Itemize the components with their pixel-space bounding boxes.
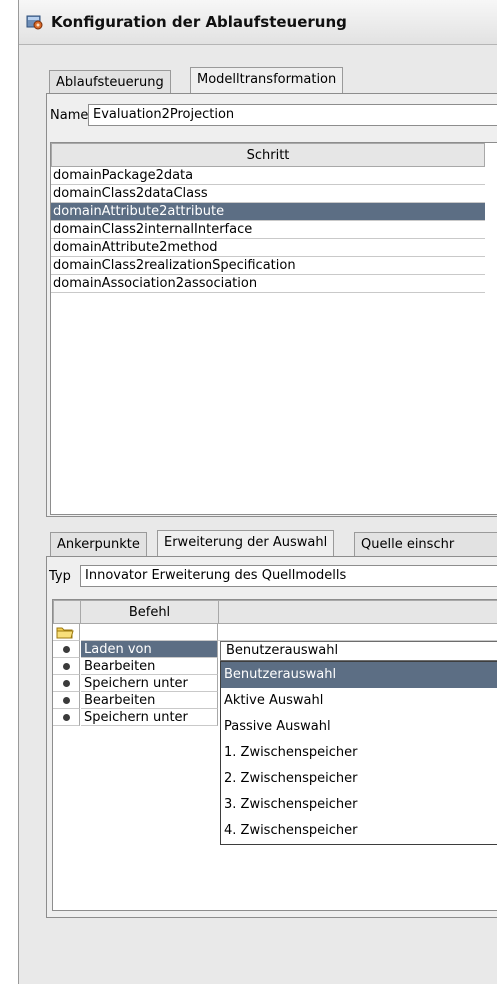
modelltransformation-panel: Name Evaluation2Projection Schritt domai…: [46, 93, 497, 517]
bullet-icon: [63, 697, 70, 704]
step-row-selected[interactable]: domainAttribute2attribute: [51, 203, 485, 221]
command-row[interactable]: Speichern unter: [53, 675, 226, 692]
step-row[interactable]: domainClass2realizationSpecification: [51, 257, 485, 275]
steps-column-header[interactable]: Schritt: [51, 143, 485, 167]
type-label: Typ: [49, 569, 71, 584]
step-row[interactable]: domainAssociation2association: [51, 275, 485, 293]
title-bar[interactable]: Konfiguration der Ablaufsteuerung: [19, 0, 497, 45]
tab-ablaufsteuerung[interactable]: Ablaufsteuerung: [49, 70, 171, 94]
folder-value-cell[interactable]: [218, 624, 497, 641]
bullet-cell: [53, 641, 80, 658]
tab-ankerpunkte[interactable]: Ankerpunkte: [50, 532, 147, 556]
bullet-cell: [53, 658, 80, 675]
type-field[interactable]: Innovator Erweiterung des Quellmodells: [80, 565, 497, 587]
erweiterung-panel: Typ Innovator Erweiterung des Quellmodel…: [46, 556, 497, 918]
bullet-icon: [63, 680, 70, 687]
step-row[interactable]: domainAttribute2method: [51, 239, 485, 257]
tab-erweiterung-der-auswahl[interactable]: Erweiterung der Auswahl: [157, 530, 335, 556]
bullet-cell: [53, 692, 80, 709]
dropdown-option-selected[interactable]: Benutzerauswahl: [221, 662, 497, 688]
command-cell[interactable]: Speichern unter: [81, 675, 218, 692]
tab-modelltransformation[interactable]: Modelltransformation: [190, 67, 344, 93]
dropdown-option[interactable]: 3. Zwischenspeicher: [221, 792, 497, 818]
step-row[interactable]: domainClass2dataClass: [51, 185, 485, 203]
commands-column-header-befehl[interactable]: Befehl: [80, 600, 219, 624]
folder-row[interactable]: [53, 624, 226, 641]
steps-table: Schritt domainPackage2data domainClass2d…: [50, 142, 497, 515]
name-label: Name: [50, 108, 89, 123]
window-title: Konfiguration der Ablaufsteuerung: [51, 13, 347, 31]
dropdown-option[interactable]: 4. Zwischenspeicher: [221, 818, 497, 844]
bullet-cell: [53, 675, 80, 692]
bullet-icon: [63, 646, 70, 653]
bullet-cell: [53, 709, 80, 726]
folder-icon: [56, 627, 74, 639]
step-row[interactable]: domainPackage2data: [51, 167, 485, 185]
command-cell-selected[interactable]: Laden von: [81, 641, 218, 658]
tab-quelle-einschraenken[interactable]: Quelle einschr: [354, 532, 497, 556]
source-combo-box[interactable]: Benutzerauswahl: [220, 641, 497, 661]
name-field[interactable]: Evaluation2Projection: [88, 104, 497, 126]
dropdown-option[interactable]: 1. Zwischenspeicher: [221, 740, 497, 766]
commands-table: Befehl Laden von Bearbeiten Speichern un…: [52, 599, 497, 911]
command-cell[interactable]: Speichern unter: [81, 709, 218, 726]
command-cell[interactable]: Bearbeiten: [81, 692, 218, 709]
dropdown-option[interactable]: 2. Zwischenspeicher: [221, 766, 497, 792]
command-row[interactable]: Speichern unter: [53, 709, 226, 726]
bullet-icon: [63, 663, 70, 670]
configuration-window: Konfiguration der Ablaufsteuerung Ablauf…: [18, 0, 497, 984]
bullet-icon: [63, 714, 70, 721]
configuration-gear-icon: [26, 15, 43, 30]
dropdown-option[interactable]: Aktive Auswahl: [221, 688, 497, 714]
step-row[interactable]: domainClass2internalInterface: [51, 221, 485, 239]
dropdown-option[interactable]: Passive Auswahl: [221, 714, 497, 740]
folder-cell: [53, 624, 80, 641]
command-row[interactable]: Bearbeiten: [53, 692, 226, 709]
source-dropdown-list: Benutzerauswahl Aktive Auswahl Passive A…: [220, 661, 497, 845]
command-cell[interactable]: Bearbeiten: [81, 658, 218, 675]
command-row[interactable]: Bearbeiten: [53, 658, 226, 675]
command-row[interactable]: Laden von: [53, 641, 226, 658]
folder-name-cell[interactable]: [81, 624, 218, 641]
commands-column-header-value[interactable]: [218, 600, 497, 624]
commands-icon-column-header[interactable]: [53, 600, 81, 624]
